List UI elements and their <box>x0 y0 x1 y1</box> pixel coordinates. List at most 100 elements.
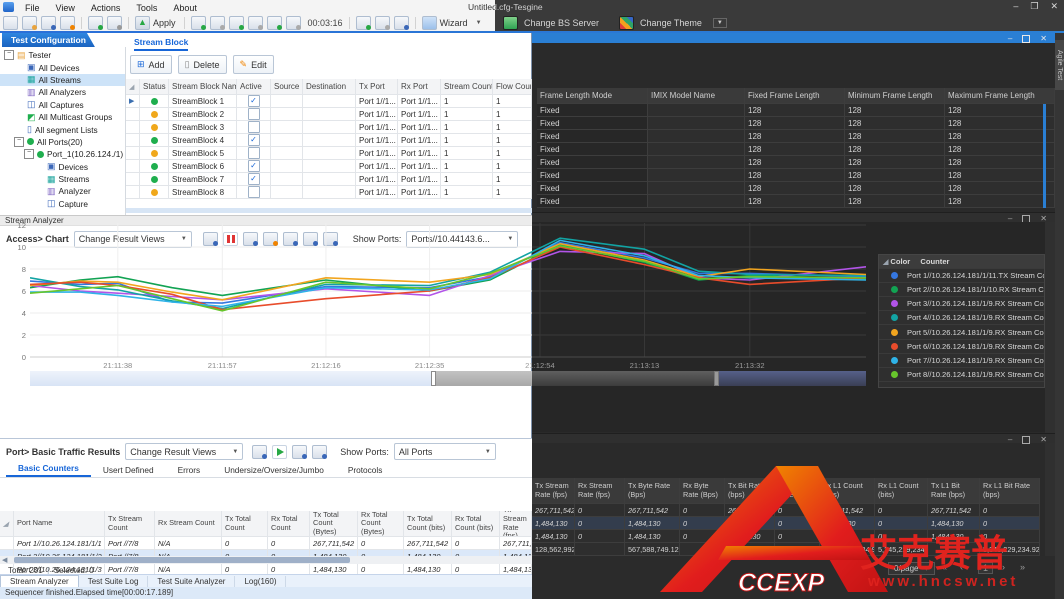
legend-item[interactable]: Port 4//10.26.124.181/1/9.RX Stream Coun… <box>879 311 1044 325</box>
active-checkbox[interactable] <box>248 134 260 146</box>
dark-window-controls[interactable]: –✕ <box>1008 34 1047 43</box>
table-row[interactable]: StreamBlock 5Port 1//1...Port 1//1...11 <box>126 147 532 160</box>
open-file-icon[interactable] <box>22 16 37 30</box>
tree-item-analyzer[interactable]: ▥Analyzer <box>0 185 125 197</box>
menu-tools[interactable]: Tools <box>129 2 164 14</box>
tab-stream-block[interactable]: Stream Block <box>134 37 188 51</box>
legend-item[interactable]: Port 7//10.26.124.181/1/9.RX Stream Coun… <box>879 354 1044 368</box>
file-icon-group[interactable] <box>3 16 75 30</box>
range-selected-left[interactable] <box>436 371 532 386</box>
status-tab-stream-analyzer[interactable]: Stream Analyzer <box>0 575 79 587</box>
tree-item-all-captures[interactable]: ◫All Captures <box>0 99 125 111</box>
menu-view[interactable]: View <box>49 2 82 14</box>
range-track-left[interactable] <box>30 371 431 386</box>
agile-test-tab[interactable]: Agile Test <box>1055 40 1064 90</box>
start-device-icon[interactable] <box>191 16 206 30</box>
theme-caret-icon[interactable]: ▼ <box>713 18 727 28</box>
db-icon-group[interactable] <box>356 16 409 30</box>
table-row[interactable]: StreamBlock 6Port 1//1...Port 1//1...11 <box>126 160 532 173</box>
active-checkbox[interactable] <box>248 147 260 159</box>
edit-file-icon[interactable] <box>60 16 75 30</box>
table-row[interactable]: Fixed128128128 <box>537 117 1055 130</box>
change-bs-button[interactable]: Change BS Server <box>524 18 599 28</box>
traffic-hscrollbar[interactable]: ◀ <box>0 556 532 564</box>
legend-item[interactable]: Port 5//10.26.124.181/1/9.RX Stream Coun… <box>879 325 1044 339</box>
clear-results-icon[interactable] <box>394 16 409 30</box>
connect-icon-group[interactable] <box>88 16 122 30</box>
menu-file[interactable]: File <box>18 2 47 14</box>
range-selected-right[interactable] <box>532 371 714 386</box>
range-track-right[interactable] <box>719 371 866 386</box>
table-row[interactable]: 1,484,13001,484,13001,484,13001,484,1300… <box>532 530 1040 543</box>
disconnect-chassis-icon[interactable] <box>107 16 122 30</box>
stream-analyzer-chart[interactable] <box>30 219 866 359</box>
stop-device-icon[interactable] <box>210 16 225 30</box>
legend-item[interactable]: Port 1//10.26.124.181/1/11.TX Stream Cou… <box>879 269 1044 283</box>
wizard-caret-icon[interactable]: ▼ <box>476 20 482 26</box>
tab-usert-defined[interactable]: Usert Defined <box>91 463 166 477</box>
load-config-icon[interactable] <box>356 16 371 30</box>
apply-icon[interactable]: ▲ <box>135 16 150 30</box>
tree-item-all-analyzers[interactable]: ▥All Analyzers <box>0 86 125 98</box>
menu-actions[interactable]: Actions <box>84 2 128 14</box>
run-icon-group[interactable] <box>191 16 301 30</box>
active-checkbox[interactable] <box>248 121 260 133</box>
legend-item[interactable]: Port 8//10.26.124.181/1/9.RX Stream Coun… <box>879 368 1044 382</box>
change-theme-button[interactable]: Change Theme <box>640 18 702 28</box>
active-checkbox[interactable] <box>248 108 260 120</box>
stop-capture-icon[interactable] <box>248 16 263 30</box>
apply-button[interactable]: Apply <box>153 18 176 28</box>
wizard-button[interactable]: Wizard <box>440 18 468 28</box>
frame-table-scrollbar[interactable] <box>1043 104 1046 208</box>
show-ports-dropdown[interactable]: All Ports▼ <box>394 443 496 460</box>
tree-item-devices[interactable]: ▣Devices <box>0 161 125 173</box>
table-row[interactable]: Fixed128128128 <box>537 104 1055 117</box>
traffic-tool-icons[interactable] <box>252 445 327 459</box>
results-window-controls[interactable]: –✕ <box>1008 435 1047 444</box>
table-row[interactable]: Fixed128128128 <box>537 143 1055 156</box>
tree-item-capture[interactable]: ◫Capture <box>0 198 125 210</box>
tree-item-tester[interactable]: −▤Tester <box>0 49 125 61</box>
tab-test-configuration[interactable]: Test Configuration <box>2 33 95 47</box>
export-icon[interactable] <box>312 445 327 459</box>
start-capture-icon[interactable] <box>229 16 244 30</box>
chart-settings-icon[interactable] <box>252 445 267 459</box>
tree-item-all-ports-20-[interactable]: −All Ports(20) <box>0 136 125 148</box>
legend-item[interactable]: Port 3//10.26.124.181/1/9.RX Stream Coun… <box>879 297 1044 311</box>
per-page-dropdown[interactable]: 0/page▼ <box>888 562 935 575</box>
table-row[interactable]: 267,711,5420267,711,5420267,711,5420267,… <box>532 504 1040 517</box>
active-checkbox[interactable] <box>248 95 260 107</box>
clear-icon[interactable] <box>292 445 307 459</box>
legend-item[interactable]: Port 2//10.26.124.181/1/10.RX Stream Cou… <box>879 283 1044 297</box>
table-row[interactable]: Port 1//10.26.124.181/1/1Port //7/8N/A00… <box>0 537 532 550</box>
prev-page-icon[interactable]: ‹ <box>960 562 963 572</box>
delete-button[interactable]: ▯Delete <box>178 55 227 74</box>
expander-icon[interactable]: − <box>14 137 24 147</box>
start-traffic-icon[interactable] <box>267 16 282 30</box>
table-row[interactable]: Fixed128128128 <box>537 130 1055 143</box>
save-config-icon[interactable] <box>375 16 390 30</box>
add-button[interactable]: ⊞Add <box>130 55 172 74</box>
table-row[interactable]: StreamBlock 2Port 1//1...Port 1//1...11 <box>126 108 532 121</box>
expander-icon[interactable]: − <box>4 50 14 60</box>
start-icon[interactable] <box>272 445 287 459</box>
active-checkbox[interactable] <box>248 160 260 172</box>
dark-vertical-scrollbar[interactable] <box>1045 222 1055 556</box>
new-file-icon[interactable] <box>3 16 18 30</box>
tab-undersize-oversize-jumbo[interactable]: Undersize/Oversize/Jumbo <box>212 463 336 477</box>
tab-errors[interactable]: Errors <box>166 463 213 477</box>
status-tab-test-suite-analyzer[interactable]: Test Suite Analyzer <box>148 576 235 587</box>
table-row[interactable]: StreamBlock 4Port 1//1...Port 1//1...11 <box>126 134 532 147</box>
table-row[interactable]: StreamBlock 3Port 1//1...Port 1//1...11 <box>126 121 532 134</box>
tab-basic-counters[interactable]: Basic Counters <box>6 461 91 477</box>
legend-item[interactable]: Port 6//10.26.124.181/1/9.RX Stream Coun… <box>879 340 1044 354</box>
status-tab-test-suite-log[interactable]: Test Suite Log <box>79 576 149 587</box>
table-row[interactable]: StreamBlock 7Port 1//1...Port 1//1...11 <box>126 173 532 186</box>
table-row[interactable]: ▶StreamBlock 1Port 1//1...Port 1//1...11 <box>126 95 532 108</box>
next-page-icon[interactable]: › <box>1002 562 1005 572</box>
active-checkbox[interactable] <box>248 173 260 185</box>
tree-item-streams[interactable]: ▦Streams <box>0 173 125 185</box>
save-file-icon[interactable] <box>41 16 56 30</box>
table-row[interactable]: StreamBlock 8Port 1//1...Port 1//1...11 <box>126 186 532 199</box>
tree-item-all-streams[interactable]: ▦All Streams <box>0 74 125 86</box>
